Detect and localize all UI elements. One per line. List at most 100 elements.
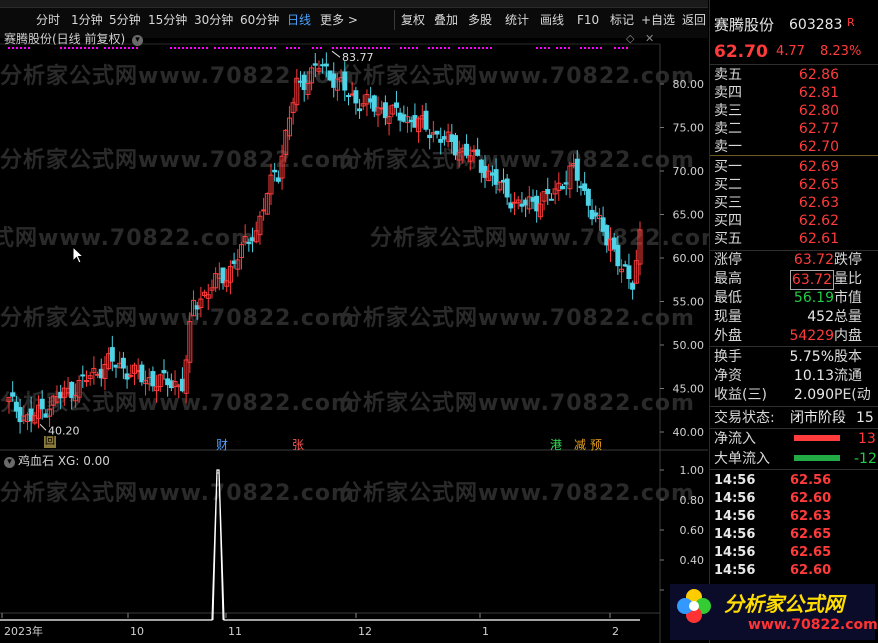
period-fenshi[interactable]: 分时 <box>36 10 60 30</box>
stat-label-right: 股本 <box>834 349 862 365</box>
period-daily[interactable]: 日线 <box>287 10 311 30</box>
y-tick-label: 80.00 <box>673 78 705 91</box>
signal-dot <box>384 47 386 49</box>
signal-dot <box>234 47 236 49</box>
event-marker[interactable]: 回 <box>44 436 56 448</box>
signal-dot <box>266 47 268 49</box>
signal-dot <box>448 47 450 49</box>
statistics-button[interactable]: 统计 <box>505 10 529 30</box>
signal-dot <box>214 47 216 49</box>
period-60min[interactable]: 60分钟 <box>240 10 279 30</box>
bid-label: 买五 <box>714 231 742 247</box>
signal-dot <box>170 47 172 49</box>
f10-button[interactable]: F10 <box>577 10 599 30</box>
stat-value: 54229 <box>789 328 834 344</box>
signal-dot <box>560 47 562 49</box>
signal-dot <box>186 47 188 49</box>
signal-dot <box>618 47 620 49</box>
ask-price: 62.81 <box>798 85 839 101</box>
flow-bar <box>794 435 840 441</box>
stat-row: 最高 63.72 量比 <box>710 270 878 290</box>
signal-dot <box>482 47 484 49</box>
signal-dot <box>246 47 248 49</box>
overlay-button[interactable]: 叠加 <box>434 10 458 30</box>
tick-row: 14:56 62.65 <box>710 544 878 562</box>
signal-dot <box>254 47 256 49</box>
high-pointer <box>331 50 341 58</box>
flow-value: 13 <box>858 431 876 447</box>
divider <box>710 64 878 65</box>
signal-dot <box>298 47 300 49</box>
ask-row[interactable]: 卖三 62.80 <box>710 102 878 120</box>
period-15min[interactable]: 15分钟 <box>148 10 187 30</box>
mark-button[interactable]: 标记 <box>610 10 634 30</box>
signal-dot <box>556 47 558 49</box>
mouse-cursor-icon <box>72 246 84 264</box>
chevron-down-icon[interactable]: ▾ <box>132 35 144 46</box>
bid-row[interactable]: 买一 62.69 <box>710 158 878 176</box>
price-change: 4.77 <box>776 44 805 59</box>
bid-row[interactable]: 买二 62.65 <box>710 176 878 194</box>
signal-dot <box>96 47 98 49</box>
event-marker[interactable]: 港 <box>550 436 562 453</box>
stat-label-right: 流通 <box>834 368 862 384</box>
ask-row[interactable]: 卖四 62.81 <box>710 84 878 102</box>
bid-row[interactable]: 买五 62.61 <box>710 230 878 248</box>
signal-dot <box>258 47 260 49</box>
ask-label: 卖四 <box>714 85 742 101</box>
period-30min[interactable]: 30分钟 <box>194 10 233 30</box>
diamond-icon[interactable]: ◇ <box>626 32 634 45</box>
more-periods-button[interactable]: 更多 > <box>320 10 358 30</box>
bid-price: 62.65 <box>798 177 839 193</box>
logo-text: 分析家公式网 <box>724 592 844 616</box>
event-marker[interactable]: 财 <box>216 436 228 453</box>
price-line: 62.70 4.77 8.23% <box>710 41 878 63</box>
signal-dot <box>404 47 406 49</box>
signal-dot <box>344 47 346 49</box>
tick-time: 14:56 <box>714 563 756 578</box>
stat-label-right: 内盘 <box>834 328 862 344</box>
flow-label: 净流入 <box>714 431 756 447</box>
ask-row[interactable]: 卖一 62.70 <box>710 138 878 156</box>
ask-row[interactable]: 卖五 62.86 <box>710 66 878 84</box>
draw-line-button[interactable]: 画线 <box>540 10 564 30</box>
stat-value: 63.72 <box>793 252 834 268</box>
chevron-down-icon[interactable]: ▾ <box>4 457 15 468</box>
kline-chart[interactable]: 83.7740.20 80.0075.0070.0065.0060.0055.0… <box>0 30 708 643</box>
event-marker[interactable]: 张 <box>292 436 304 453</box>
event-marker[interactable]: 减 <box>574 436 586 453</box>
event-marker[interactable]: 预 <box>590 436 602 453</box>
signal-dot <box>294 47 296 49</box>
close-icon[interactable]: ✕ <box>645 32 654 45</box>
candle-body <box>423 110 429 130</box>
candle-body <box>615 244 621 267</box>
add-favorite-button[interactable]: +自选 <box>641 10 675 30</box>
ask-row[interactable]: 卖二 62.77 <box>710 120 878 138</box>
period-5min[interactable]: 5分钟 <box>109 10 141 30</box>
bid-price: 62.61 <box>798 231 839 247</box>
bid-row[interactable]: 买四 62.62 <box>710 212 878 230</box>
candle-body <box>139 364 145 383</box>
candle-body <box>246 241 252 244</box>
bid-label: 买四 <box>714 213 742 229</box>
signal-dot <box>262 47 264 49</box>
signal-dot <box>238 47 240 49</box>
back-button[interactable]: 返回 <box>682 10 706 30</box>
candle-body <box>109 347 115 362</box>
period-1min[interactable]: 1分钟 <box>71 10 103 30</box>
bid-price: 62.69 <box>798 159 839 175</box>
signal-dot <box>136 47 138 49</box>
bid-label: 买三 <box>714 195 742 211</box>
signal-dot <box>226 47 228 49</box>
bid-row[interactable]: 买三 62.63 <box>710 194 878 212</box>
adjust-button[interactable]: 复权 <box>401 10 425 30</box>
signal-dot <box>206 47 208 49</box>
net-inflow-row: 净流入 13 <box>710 430 878 448</box>
signal-dot <box>376 47 378 49</box>
ask-label: 卖一 <box>714 139 742 155</box>
signal-dot <box>474 47 476 49</box>
multi-stock-button[interactable]: 多股 <box>468 10 492 30</box>
ask-price: 62.86 <box>798 67 839 83</box>
tick-time: 14:56 <box>714 491 756 506</box>
tick-row: 14:56 62.65 <box>710 526 878 544</box>
